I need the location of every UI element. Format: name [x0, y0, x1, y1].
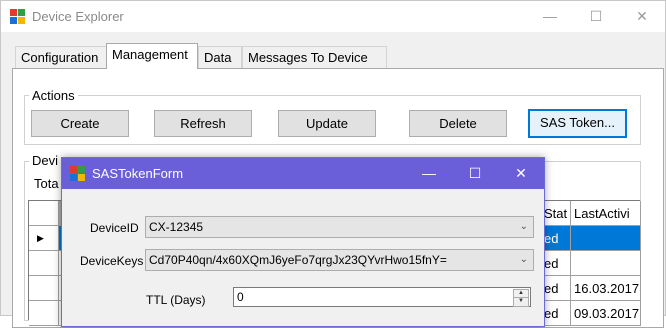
window-title: Device Explorer — [32, 9, 124, 24]
ttl-numeric-input[interactable]: 0 ▲ ▼ — [233, 287, 531, 307]
refresh-button[interactable]: Refresh — [154, 110, 252, 137]
dialog-maximize-button[interactable]: ☐ — [452, 158, 498, 189]
tab-messages-to-device[interactable]: Messages To Device — [242, 46, 387, 68]
row-header[interactable] — [29, 251, 59, 276]
ttl-label: TTL (Days) — [146, 293, 206, 307]
sas-token-dialog: SASTokenForm — ☐ ✕ DeviceID CX-12345 ⌄ D… — [61, 157, 545, 327]
minimize-button[interactable]: — — [527, 1, 573, 32]
last-activity-cell[interactable] — [571, 226, 641, 251]
dialog-close-button[interactable]: ✕ — [498, 158, 544, 189]
dialog-app-icon — [70, 166, 86, 182]
delete-button[interactable]: Delete — [409, 110, 507, 137]
maximize-button[interactable]: ☐ — [573, 1, 619, 32]
device-keys-value: Cd70P40qn/4x60XQmJ6yeFo7qrgJx23QYvrHwo15… — [149, 253, 447, 267]
state-cell[interactable]: ed — [541, 301, 571, 326]
main-titlebar[interactable]: Device Explorer — ☐ ✕ — [1, 1, 665, 32]
column-header-last-activity[interactable]: LastActivi — [571, 201, 641, 226]
devices-group-label: Devi — [29, 153, 62, 168]
dialog-title: SASTokenForm — [92, 166, 184, 181]
last-activity-cell[interactable]: 16.03.2017 — [571, 276, 641, 301]
state-cell[interactable]: ed — [541, 276, 571, 301]
device-id-value: CX-12345 — [149, 220, 204, 234]
tab-management[interactable]: Management — [106, 43, 198, 69]
row-header[interactable] — [29, 301, 59, 326]
device-keys-label: DeviceKeys — [80, 254, 144, 268]
tab-configuration[interactable]: Configuration — [15, 46, 107, 68]
device-keys-combobox[interactable]: Cd70P40qn/4x60XQmJ6yeFo7qrgJx23QYvrHwo15… — [145, 249, 534, 271]
chevron-down-icon[interactable]: ⌄ — [520, 250, 528, 270]
grid-corner-header — [29, 201, 59, 226]
spin-down-icon[interactable]: ▼ — [513, 297, 529, 307]
device-id-label: DeviceID — [90, 221, 139, 235]
update-button[interactable]: Update — [278, 110, 376, 137]
total-devices-label: Tota — [34, 176, 59, 191]
actions-group-label: Actions — [29, 88, 78, 103]
state-cell[interactable]: ed — [541, 251, 571, 276]
app-icon — [10, 9, 26, 25]
tab-data[interactable]: Data — [198, 46, 242, 68]
chevron-down-icon[interactable]: ⌄ — [520, 217, 528, 237]
dialog-titlebar[interactable]: SASTokenForm — ☐ ✕ — [62, 158, 544, 189]
close-button[interactable]: ✕ — [619, 1, 665, 32]
dialog-minimize-button[interactable]: — — [406, 158, 452, 189]
ttl-value: 0 — [237, 290, 244, 304]
last-activity-cell[interactable] — [571, 251, 641, 276]
sas-token-button[interactable]: SAS Token... — [528, 109, 627, 138]
row-indicator-icon[interactable]: ▶ — [29, 226, 59, 251]
last-activity-cell[interactable]: 09.03.2017 — [571, 301, 641, 326]
device-id-combobox[interactable]: CX-12345 ⌄ — [145, 216, 534, 238]
state-cell[interactable]: ed — [541, 226, 571, 251]
row-header[interactable] — [29, 276, 59, 301]
column-header-state[interactable]: Stat — [541, 201, 571, 226]
create-button[interactable]: Create — [31, 110, 129, 137]
